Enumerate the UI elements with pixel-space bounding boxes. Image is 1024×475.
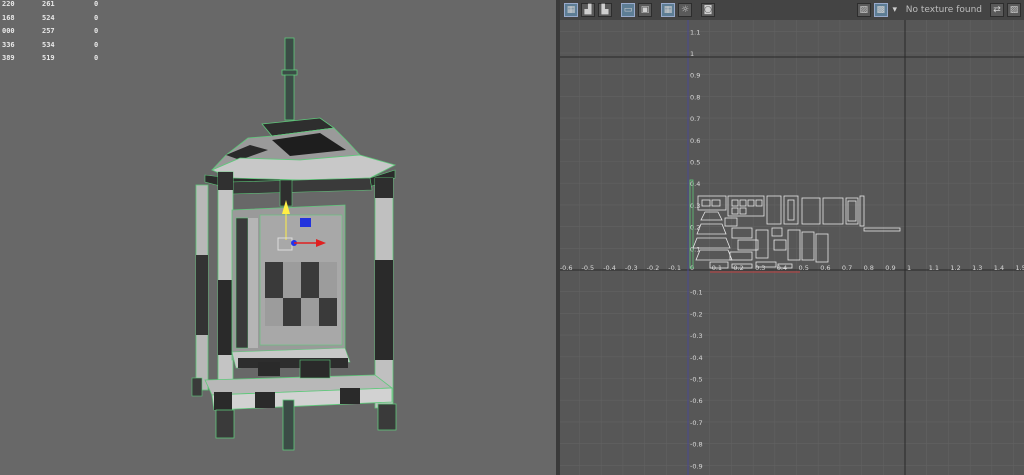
y-tick-label: -0.7	[690, 419, 703, 427]
y-tick-label: 1	[690, 50, 694, 58]
finial-pole	[284, 37, 295, 121]
x-tick-label: -0.3	[625, 264, 638, 272]
x-tick-label: 1.4	[994, 264, 1004, 272]
lantern-model[interactable]	[0, 0, 556, 475]
x-tick-label: 1.3	[972, 264, 982, 272]
image-2-icon[interactable]: ▨	[1007, 3, 1021, 17]
x-tick-label: -0.2	[647, 264, 660, 272]
x-tick-label: -0.4	[603, 264, 616, 272]
y-tick-label: 0.9	[690, 72, 700, 80]
3d-viewport[interactable]: 220 261 0 168 524 0 000 257 0 336 534 0 389 519 0	[0, 0, 556, 475]
y-tick-label: -0.6	[690, 397, 703, 405]
uv-snapshot-icon[interactable]: ▦	[564, 3, 578, 17]
uv-editor-panel[interactable]: ▦ ▟ ▙ ▭ ▣ ▦ ☼ ◙ ▨ ▩ ▾ No texture found ⇄…	[560, 0, 1024, 475]
move-z-handle	[300, 218, 311, 227]
uv-grid	[560, 20, 1024, 475]
x-tick-label: 1	[907, 264, 911, 272]
uv-tick-labels: -0.6 -0.5 -0.4 -0.3 -0.2 -0.1 0 0.1 0.2 0.3 0.4 0.5…	[560, 28, 1024, 470]
y-tick-label: -0.8	[690, 441, 703, 449]
x-tick-label: -0.6	[560, 264, 572, 272]
uv-toolbar: ▦ ▟ ▙ ▭ ▣ ▦ ☼ ◙ ▨ ▩ ▾ No texture found ⇄…	[560, 0, 1024, 20]
y-tick-label: 0.3	[690, 202, 700, 210]
y-tick-label: -0.9	[690, 462, 703, 470]
foot-right	[377, 403, 397, 431]
y-tick-label: 0.8	[690, 93, 700, 101]
uv-grid-stairs-2-icon[interactable]: ▙	[598, 3, 612, 17]
uv-shells	[689, 179, 901, 269]
uv-frame-2-icon[interactable]: ▣	[638, 3, 652, 17]
y-tick-label: -0.3	[690, 332, 703, 340]
y-tick-label: 0.5	[690, 159, 700, 167]
y-tick-label: -0.4	[690, 354, 703, 362]
x-tick-label: 0.8	[864, 264, 874, 272]
x-tick-label: -0.1	[668, 264, 681, 272]
x-tick-label: -0.5	[582, 264, 595, 272]
x-tick-label: 0.5	[799, 264, 809, 272]
uv-checker-grid-icon[interactable]: ▦	[661, 3, 675, 17]
y-tick-label: -0.2	[690, 310, 703, 318]
x-tick-label: 1.5	[1016, 264, 1024, 272]
uv-camera-icon[interactable]: ◙	[701, 3, 715, 17]
x-tick-label: 1.2	[950, 264, 960, 272]
uv-frame-icon[interactable]: ▭	[621, 3, 635, 17]
y-tick-label: -0.5	[690, 376, 703, 384]
texture-swap-icon[interactable]: ⇄	[990, 3, 1004, 17]
y-tick-label: 1.1	[690, 28, 700, 36]
x-tick-label: 1.1	[929, 264, 939, 272]
y-tick-label: 0.4	[690, 180, 700, 188]
uv-sun-icon[interactable]: ☼	[678, 3, 692, 17]
x-tick-label: 0.7	[842, 264, 852, 272]
dropdown-icon[interactable]: ▾	[891, 3, 899, 17]
uv-grid-stairs-icon[interactable]: ▟	[581, 3, 595, 17]
checker-icon[interactable]: ▩	[873, 3, 888, 17]
x-tick-label: 0.3	[755, 264, 765, 272]
image-icon[interactable]: ▨	[856, 3, 871, 17]
y-tick-label: -0.1	[690, 289, 703, 297]
foot-left	[215, 409, 235, 439]
y-tick-label: 0.7	[690, 115, 700, 123]
uv-canvas[interactable]: -0.6 -0.5 -0.4 -0.3 -0.2 -0.1 0 0.1 0.2 0.3 0.4 0.5…	[560, 20, 1024, 475]
y-tick-label: 0.6	[690, 137, 700, 145]
x-tick-label: 0.6	[820, 264, 830, 272]
no-texture-label: No texture found	[905, 5, 982, 15]
x-tick-label: 0.9	[885, 264, 895, 272]
bottom-pole	[282, 399, 295, 451]
